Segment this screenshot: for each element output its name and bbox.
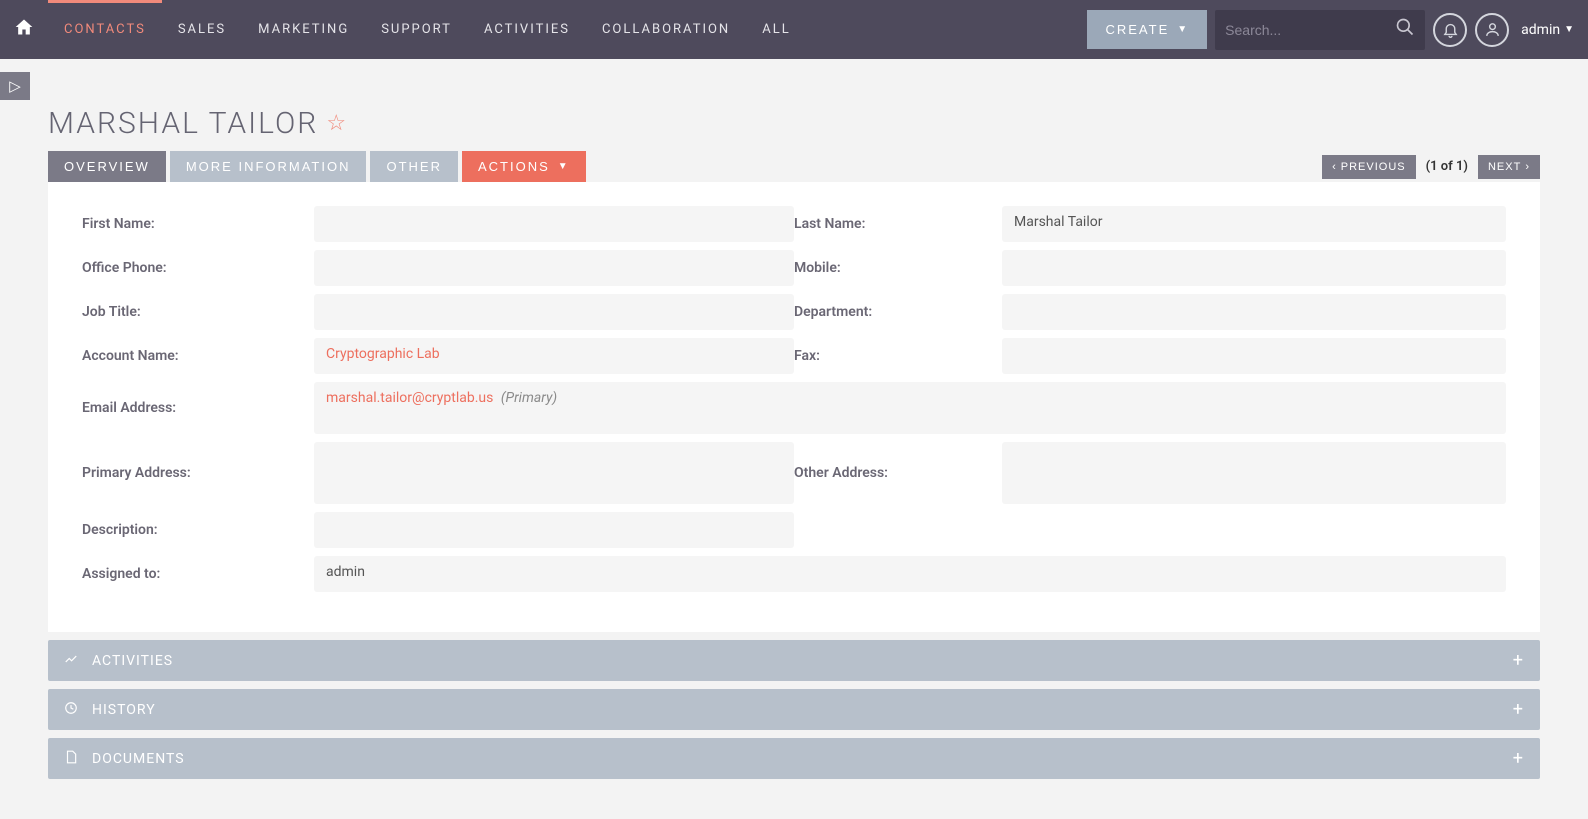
account-name-label: Account Name: — [82, 348, 314, 364]
previous-label: PREVIOUS — [1341, 161, 1406, 173]
plus-icon[interactable]: + — [1513, 699, 1524, 720]
other-address-value[interactable] — [1002, 442, 1506, 504]
mobile-label: Mobile: — [794, 260, 1002, 276]
section-documents-label: DOCUMENTS — [92, 751, 185, 767]
office-phone-value[interactable] — [314, 250, 794, 286]
tab-row: OVERVIEW MORE INFORMATION OTHER ACTIONS … — [48, 151, 1540, 182]
actions-dropdown[interactable]: ACTIONS ▼ — [462, 151, 586, 182]
assigned-to-value[interactable]: admin — [314, 556, 1506, 592]
actions-label: ACTIONS — [478, 159, 550, 174]
email-label: Email Address: — [82, 400, 314, 416]
fax-value[interactable] — [1002, 338, 1506, 374]
nav-tab-all[interactable]: ALL — [746, 0, 806, 59]
first-name-value[interactable] — [314, 206, 794, 242]
favorite-star-icon[interactable]: ☆ — [326, 111, 346, 136]
home-icon[interactable] — [14, 17, 34, 43]
sidebar-expand-button[interactable]: ▷ — [0, 72, 30, 100]
nav-tab-support[interactable]: SUPPORT — [365, 0, 468, 59]
chevron-left-icon: ‹ — [1332, 161, 1337, 173]
department-value[interactable] — [1002, 294, 1506, 330]
create-label: CREATE — [1105, 22, 1169, 37]
mobile-value[interactable] — [1002, 250, 1506, 286]
caret-down-icon: ▼ — [558, 161, 570, 172]
nav-tab-activities[interactable]: ACTIVITIES — [468, 0, 586, 59]
office-phone-label: Office Phone: — [82, 260, 314, 276]
section-history[interactable]: HISTORY + — [48, 689, 1540, 730]
account-name-link[interactable]: Cryptographic Lab — [326, 346, 440, 362]
primary-address-label: Primary Address: — [82, 465, 314, 481]
first-name-label: First Name: — [82, 216, 314, 232]
section-documents[interactable]: DOCUMENTS + — [48, 738, 1540, 779]
nav-tabs: CONTACTS SALES MARKETING SUPPORT ACTIVIT… — [48, 0, 807, 59]
page-content: MARSHAL TAILOR ☆ OVERVIEW MORE INFORMATI… — [0, 106, 1588, 819]
email-value[interactable]: marshal.tailor@cryptlab.us (Primary) — [314, 382, 1506, 434]
tab-other[interactable]: OTHER — [370, 151, 458, 182]
plus-icon[interactable]: + — [1513, 650, 1524, 671]
last-name-value[interactable]: Marshal Tailor — [1002, 206, 1506, 242]
next-label: NEXT — [1488, 161, 1521, 173]
plus-icon[interactable]: + — [1513, 748, 1524, 769]
section-activities[interactable]: ACTIVITIES + — [48, 640, 1540, 681]
create-button[interactable]: CREATE ▼ — [1087, 10, 1207, 49]
email-suffix: (Primary) — [501, 390, 557, 406]
description-label: Description: — [82, 522, 314, 538]
documents-icon — [64, 750, 82, 768]
other-address-label: Other Address: — [794, 465, 1002, 481]
title-row: MARSHAL TAILOR ☆ — [48, 106, 1540, 141]
nav-tab-collaboration[interactable]: COLLABORATION — [586, 0, 746, 59]
description-value[interactable] — [314, 512, 794, 548]
user-avatar-icon[interactable] — [1475, 13, 1509, 47]
chevron-right-icon: › — [1525, 161, 1530, 173]
page-title: MARSHAL TAILOR — [48, 106, 318, 141]
overview-card: First Name: Last Name: Marshal Tailor Of… — [48, 182, 1540, 632]
tab-overview[interactable]: OVERVIEW — [48, 151, 166, 182]
next-button[interactable]: NEXT › — [1478, 155, 1540, 179]
user-menu[interactable]: admin ▼ — [1521, 22, 1574, 38]
section-activities-label: ACTIVITIES — [92, 653, 173, 669]
notifications-icon[interactable] — [1433, 13, 1467, 47]
previous-button[interactable]: ‹ PREVIOUS — [1322, 155, 1416, 179]
top-nav: CONTACTS SALES MARKETING SUPPORT ACTIVIT… — [0, 0, 1588, 59]
nav-tab-sales[interactable]: SALES — [162, 0, 242, 59]
assigned-to-label: Assigned to: — [82, 566, 314, 582]
email-link[interactable]: marshal.tailor@cryptlab.us — [326, 390, 493, 406]
activities-icon — [64, 652, 82, 670]
account-name-value[interactable]: Cryptographic Lab — [314, 338, 794, 374]
department-label: Department: — [794, 304, 1002, 320]
search-input-wrap — [1215, 10, 1425, 50]
job-title-value[interactable] — [314, 294, 794, 330]
search-icon[interactable] — [1395, 17, 1415, 42]
page-info: (1 of 1) — [1426, 159, 1468, 174]
job-title-label: Job Title: — [82, 304, 314, 320]
section-history-label: HISTORY — [92, 702, 156, 718]
search-input[interactable] — [1225, 22, 1395, 38]
caret-down-icon: ▼ — [1564, 24, 1574, 35]
history-icon — [64, 701, 82, 719]
nav-tab-contacts[interactable]: CONTACTS — [48, 0, 162, 59]
primary-address-value[interactable] — [314, 442, 794, 504]
user-label: admin — [1521, 22, 1560, 38]
fax-label: Fax: — [794, 348, 1002, 364]
last-name-label: Last Name: — [794, 216, 1002, 232]
nav-tab-marketing[interactable]: MARKETING — [242, 0, 365, 59]
caret-down-icon: ▼ — [1177, 24, 1189, 35]
tab-more-information[interactable]: MORE INFORMATION — [170, 151, 367, 182]
